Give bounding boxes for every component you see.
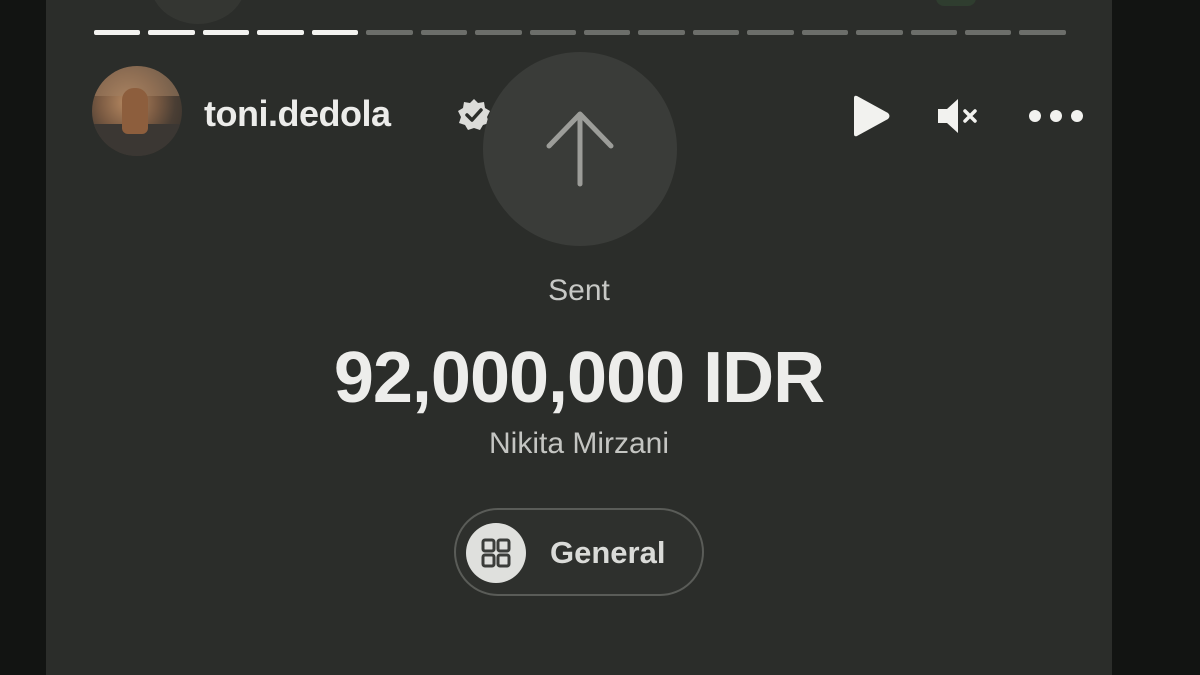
progress-segment xyxy=(202,30,250,35)
category-label: General xyxy=(550,535,666,570)
story-viewer[interactable]: toni.dedola 15h Sent 92,000,000 IDR Niki… xyxy=(46,0,1112,675)
progress-segment xyxy=(801,30,849,35)
progress-segment xyxy=(910,30,957,35)
progress-segment xyxy=(148,30,195,35)
progress-segment xyxy=(529,30,576,35)
transfer-status: Sent xyxy=(548,274,610,307)
transfer-amount: 92,000,000 IDR xyxy=(333,338,825,418)
category-chip[interactable]: General xyxy=(454,508,704,596)
avatar[interactable] xyxy=(92,66,182,156)
progress-segment xyxy=(366,30,413,35)
progress-segment xyxy=(94,30,141,35)
progress-segment xyxy=(747,30,794,35)
story-progress-bar xyxy=(94,30,1066,36)
progress-segment xyxy=(257,30,304,35)
progress-segment xyxy=(583,30,631,35)
progress-segment xyxy=(638,30,685,35)
progress-segment xyxy=(856,30,903,35)
right-backdrop xyxy=(1112,0,1200,675)
progress-segment xyxy=(692,30,740,35)
previous-content-fragment xyxy=(936,0,976,6)
transfer-direction-badge xyxy=(483,52,677,246)
progress-segment xyxy=(965,30,1012,35)
progress-segment xyxy=(311,30,359,35)
progress-segment xyxy=(475,30,522,35)
previous-content-fragment xyxy=(150,0,246,24)
grid-icon xyxy=(466,523,526,583)
muted-speaker-icon[interactable] xyxy=(936,94,982,138)
progress-segment xyxy=(420,30,468,35)
more-options-icon[interactable] xyxy=(1026,94,1086,138)
progress-segment xyxy=(1019,30,1066,35)
arrow-up-icon xyxy=(546,111,614,187)
username-link[interactable]: toni.dedola xyxy=(204,94,391,134)
recipient-name: Nikita Mirzani xyxy=(488,427,670,460)
left-backdrop xyxy=(0,0,46,675)
play-icon[interactable] xyxy=(848,94,894,138)
